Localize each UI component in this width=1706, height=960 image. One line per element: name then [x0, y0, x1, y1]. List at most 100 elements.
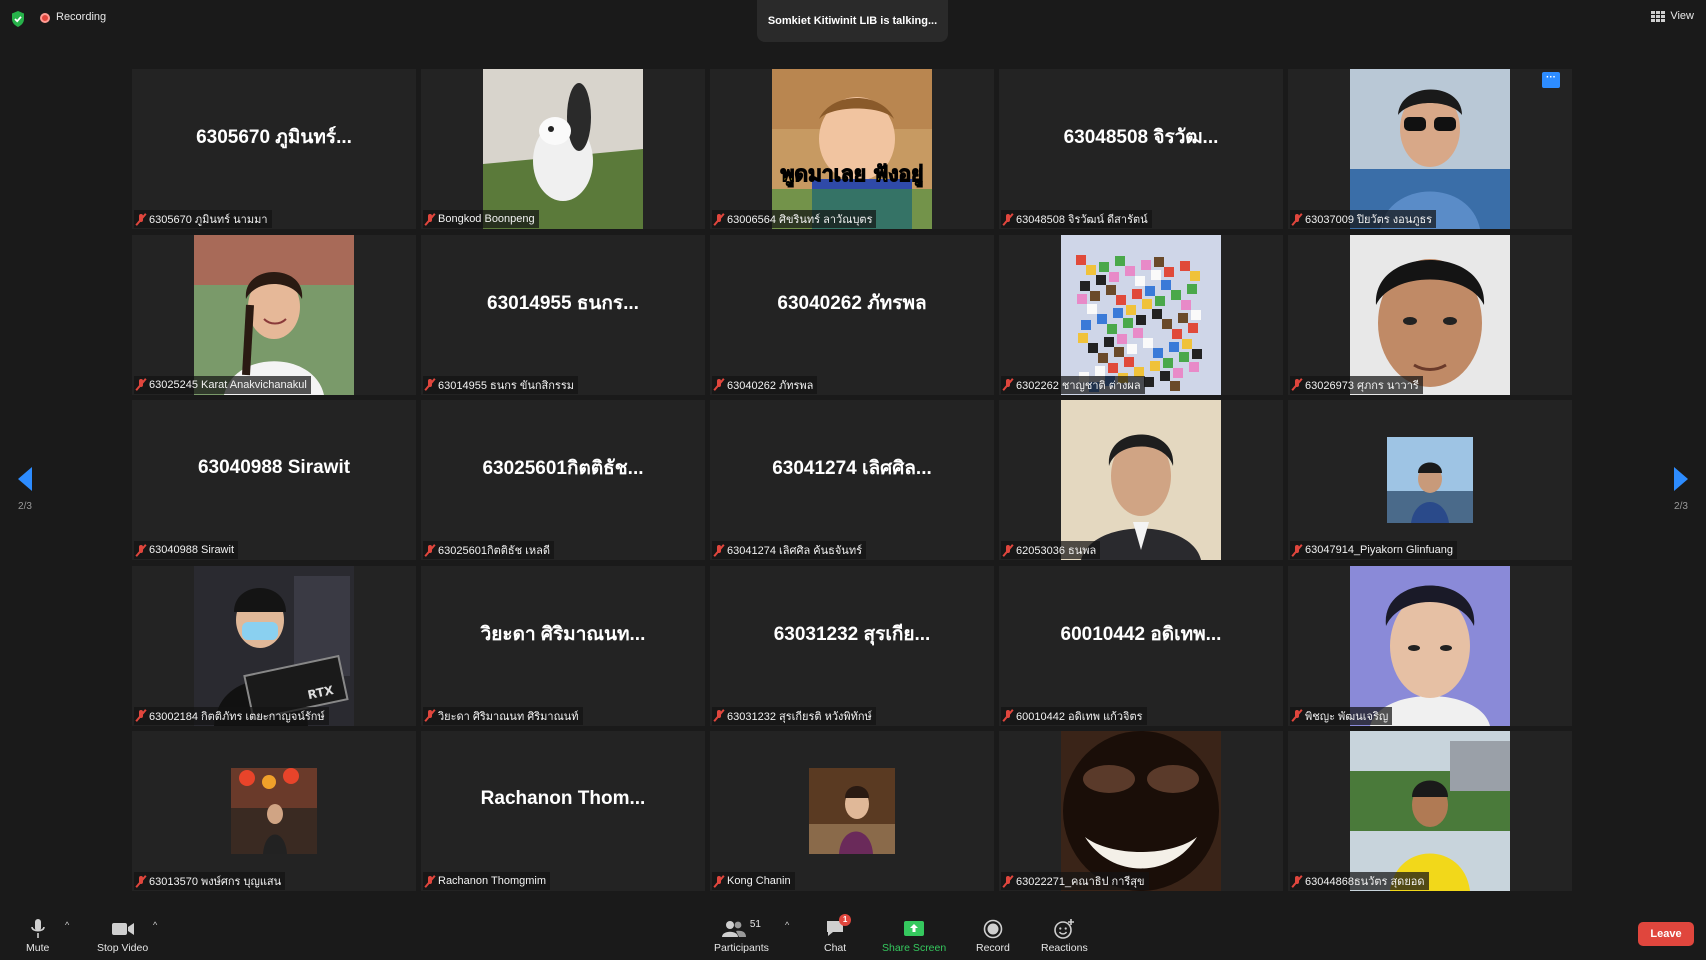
- participant-video: [1350, 565, 1510, 726]
- participant-name-label: 63040262 ภัทรพล: [712, 375, 818, 394]
- participant-tile[interactable]: 63025601กิตติธัช... 63025601กิตติธัช เหลด…: [421, 400, 705, 560]
- muted-microphone-icon: [713, 378, 725, 391]
- participants-button[interactable]: 51 Participants: [714, 916, 769, 955]
- participant-tile[interactable]: Bongkod Boonpeng: [421, 69, 705, 229]
- participant-tile[interactable]: 63013570 พงษ์ศกร บุญแสน: [132, 731, 416, 891]
- reactions-button[interactable]: Reactions: [1041, 916, 1088, 954]
- participant-name: 63014955 ธนกร ขันกสิกรรม: [438, 379, 574, 392]
- participant-video: [809, 768, 895, 854]
- participant-name: 63002184 กิตติภัทร เตยะกาญจน์รักษ์: [149, 710, 325, 723]
- participant-name-label: 63037009 ปิยวัตร งอนภูธร: [1290, 210, 1437, 228]
- participant-name: 6305670 ภูมินทร์ นามมา: [149, 214, 268, 226]
- participant-tile[interactable]: RTX 63002184 กิตติภัทร เตยะกาญจน์รักษ์: [132, 565, 416, 726]
- muted-microphone-icon: [1291, 378, 1303, 391]
- participants-label: Participants: [714, 942, 769, 954]
- participant-name-label: Bongkod Boonpeng: [423, 210, 539, 228]
- participant-video: [1061, 234, 1221, 395]
- participant-tile[interactable]: 60010442 อดิเทพ... 60010442 อดิเทพ แก้วจิ…: [999, 565, 1283, 726]
- chat-button[interactable]: 1 Chat: [824, 914, 852, 954]
- participant-name: วิยะดา ศิริมาณนท ศิริมาณนท์: [438, 710, 579, 723]
- participant-tile[interactable]: 63040262 ภัทรพล 63040262 ภัทรพล: [710, 234, 994, 395]
- participant-tile[interactable]: 63047914_Piyakorn Glinfuang: [1288, 400, 1572, 560]
- participant-tile[interactable]: 63014955 ธนกร... 63014955 ธนกร ขันกสิกรรม: [421, 234, 705, 395]
- muted-microphone-icon: [713, 543, 725, 557]
- participant-video: พูดมาเลย ฟังอยู่: [772, 69, 932, 229]
- video-camera-icon: [111, 923, 134, 935]
- participant-display-name: 63040262 ภัทรพล: [777, 292, 927, 314]
- participant-name: Kong Chanin: [727, 875, 791, 887]
- participant-tile[interactable]: 63026973 ศุภกร นาวารี: [1288, 234, 1572, 395]
- participant-tile[interactable]: พูดมาเลย ฟังอยู่ 63006564 ศิขรินทร์ ลาวัณ…: [710, 69, 994, 229]
- participant-name-label: 6302262 ชาญชาติ ต่างผล: [1001, 375, 1145, 394]
- participant-name-label: 63040988 Sirawit: [134, 541, 239, 559]
- view-button[interactable]: View: [1651, 10, 1694, 22]
- participant-name-label: 63044868ธนวัตร สุดยอด: [1290, 872, 1429, 890]
- participant-tile[interactable]: Kong Chanin: [710, 731, 994, 891]
- muted-microphone-icon: [1002, 874, 1014, 888]
- record-button[interactable]: Record: [976, 916, 1010, 954]
- security-shield-icon[interactable]: [10, 10, 26, 28]
- participant-name-label: 63048508 จิรวัฒน์ ดีสารัตน์: [1001, 210, 1152, 228]
- participant-tile[interactable]: 63022271_คณาธิป การีสุข: [999, 731, 1283, 891]
- participant-count: 51: [749, 918, 761, 930]
- participant-tile[interactable]: 62053036 ธนพล: [999, 400, 1283, 560]
- audio-options-chevron-icon[interactable]: ^: [65, 920, 69, 930]
- participant-name-label: พิชญะ พัฒนเจริญ: [1290, 706, 1393, 725]
- participant-name: 63022271_คณาธิป การีสุข: [1016, 876, 1145, 888]
- recording-indicator-icon: [40, 13, 50, 23]
- participant-name: Rachanon Thomgmim: [438, 875, 547, 887]
- participant-tile[interactable]: พิชญะ พัฒนเจริญ: [1288, 565, 1572, 726]
- participant-tile[interactable]: ··· 63037009 ปิยวัตร งอนภูธร: [1288, 69, 1572, 229]
- mute-label: Mute: [26, 942, 50, 954]
- record-icon: [983, 919, 1003, 939]
- share-screen-button[interactable]: Share Screen: [882, 916, 946, 954]
- active-speaker-banner: Somkiet Kitiwinit LIB is talking...: [757, 0, 948, 42]
- next-page-button[interactable]: 2/3: [1666, 467, 1696, 512]
- gallery-grid-icon: [1651, 10, 1666, 22]
- participant-video: [194, 234, 354, 395]
- participant-name: Bongkod Boonpeng: [438, 213, 535, 225]
- participant-tile[interactable]: 63041274 เลิศศิล... 63041274 เลิศศิล ค้นธ…: [710, 400, 994, 560]
- participant-tile[interactable]: 63031232 สุรเกีย... 63031232 สุรเกียรติ ห…: [710, 565, 994, 726]
- participant-tile[interactable]: 63048508 จิรวัฒ... 63048508 จิรวัฒน์ ดีสา…: [999, 69, 1283, 229]
- participant-tile[interactable]: 6305670 ภูมินทร์... 6305670 ภูมินทร์ นามม…: [132, 69, 416, 229]
- muted-microphone-icon: [1002, 212, 1014, 226]
- participants-icon: [721, 921, 746, 937]
- participant-name-label: 63041274 เลิศศิล ค้นธจันทร์: [712, 541, 866, 559]
- participant-tile[interactable]: 63025245 Karat Anakvichanakul: [132, 234, 416, 395]
- tile-more-options-button[interactable]: ···: [1542, 72, 1560, 88]
- participant-name-label: 63047914_Piyakorn Glinfuang: [1290, 541, 1458, 559]
- participant-video: [483, 69, 643, 229]
- mute-button[interactable]: Mute: [26, 916, 49, 954]
- page-indicator-right: 2/3: [1674, 501, 1688, 512]
- previous-page-button[interactable]: 2/3: [10, 467, 40, 512]
- participant-video: [1387, 437, 1473, 523]
- participant-name-label: 6305670 ภูมินทร์ นามมา: [134, 210, 272, 228]
- muted-microphone-icon: [135, 874, 147, 888]
- participant-name: 60010442 อดิเทพ แก้วจิตร: [1016, 710, 1143, 723]
- video-options-chevron-icon[interactable]: ^: [153, 920, 157, 930]
- participant-tile[interactable]: Rachanon Thom... Rachanon Thomgmim: [421, 731, 705, 891]
- participant-name-label: 63031232 สุรเกียรติ หวังพิทักษ์: [712, 706, 876, 725]
- participant-tile[interactable]: วิยะดา ศิริมาณนท... วิยะดา ศิริมาณนท ศิริ…: [421, 565, 705, 726]
- participant-name: 6302262 ชาญชาติ ต่างผล: [1016, 379, 1141, 392]
- participants-options-chevron-icon[interactable]: ^: [785, 920, 789, 930]
- muted-microphone-icon: [713, 709, 725, 722]
- muted-microphone-icon: [1291, 874, 1303, 888]
- muted-microphone-icon: [424, 543, 436, 557]
- participant-display-name: 63031232 สุรเกีย...: [773, 623, 931, 645]
- baby-caption-line-1: พูดมาเลย ฟังอยู่: [781, 162, 924, 188]
- participant-tile[interactable]: 6302262 ชาญชาติ ต่างผล: [999, 234, 1283, 395]
- share-screen-label: Share Screen: [882, 942, 947, 954]
- participant-video: [1350, 731, 1510, 891]
- muted-microphone-icon: [713, 874, 725, 888]
- stop-video-label: Stop Video: [97, 942, 149, 954]
- participant-tile[interactable]: 63040988 Sirawit 63040988 Sirawit: [132, 400, 416, 560]
- leave-meeting-button[interactable]: Leave: [1638, 922, 1694, 946]
- stop-video-button[interactable]: Stop Video: [97, 916, 148, 954]
- participant-display-name: 63014955 ธนกร...: [487, 292, 639, 314]
- arrow-right-icon: [1674, 467, 1688, 491]
- participant-name-label: 63002184 กิตติภัทร เตยะกาญจน์รักษ์: [134, 706, 329, 725]
- participant-tile[interactable]: 63044868ธนวัตร สุดยอด: [1288, 731, 1572, 891]
- muted-microphone-icon: [424, 378, 436, 391]
